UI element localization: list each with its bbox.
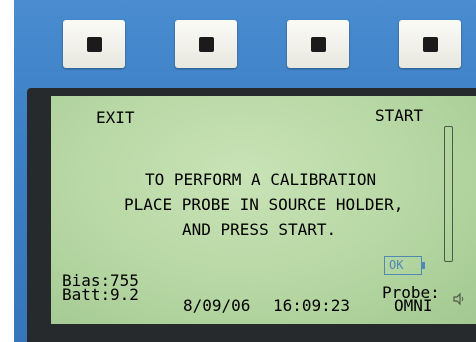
time-readout: 16:09:23: [273, 296, 351, 315]
speaker-icon: [453, 292, 464, 306]
exit-softkey-label[interactable]: EXIT: [96, 108, 135, 127]
message-line-2: PLACE PROBE IN SOURCE HOLDER,: [124, 195, 404, 214]
key-indicator-icon: [199, 37, 214, 52]
date-readout: 8/09/06: [183, 296, 251, 315]
key-indicator-icon: [87, 37, 102, 52]
batt-value: 9.2: [110, 285, 139, 304]
ok-button[interactable]: OK: [384, 256, 425, 275]
batt-label: Batt:: [62, 285, 111, 304]
key-indicator-icon: [423, 37, 438, 52]
scrollbar[interactable]: [444, 126, 453, 262]
softkey-2-button[interactable]: [175, 20, 237, 68]
softkey-4-button[interactable]: [399, 20, 461, 68]
start-softkey-label[interactable]: START: [375, 106, 423, 125]
softkey-3-button[interactable]: [287, 20, 349, 68]
ok-button-label: OK: [389, 258, 404, 272]
message-line-3: AND PRESS START.: [182, 220, 337, 239]
probe-value: OMNI: [394, 296, 433, 315]
softkey-1-button[interactable]: [63, 20, 125, 68]
bezel-bottom: [27, 330, 476, 342]
key-indicator-icon: [311, 37, 326, 52]
message-line-1: TO PERFORM A CALIBRATION: [145, 170, 377, 189]
